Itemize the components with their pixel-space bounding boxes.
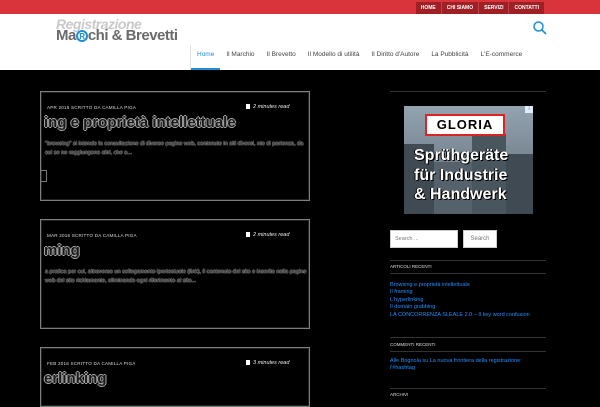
nav-modello-utilita[interactable]: Il Modello di utilità <box>302 45 366 70</box>
post-excerpt: "browsing" si intende la consultazione d… <box>45 141 304 156</box>
recent-comment[interactable]: Alle Brignola su La nuova frontiera dell… <box>390 358 548 373</box>
recent-post-link[interactable]: LA CONCORRENZA SLEALE 2.0 – Il key word … <box>390 312 548 319</box>
logo-title-left: Ma <box>56 27 76 44</box>
ad-headline: & Handwerk <box>414 186 507 203</box>
bookmark-icon <box>246 104 250 109</box>
readtime-text: 2 minutes read <box>253 232 290 238</box>
readtime-text: 2 minutes read <box>253 104 290 110</box>
topnav-chi-siamo[interactable]: CHI SIAMO <box>440 2 478 14</box>
bookmark-icon <box>246 232 250 237</box>
nav-il-marchio[interactable]: Il Marchio <box>220 45 260 70</box>
recent-post-link[interactable]: Il framing <box>390 289 548 296</box>
ad-headline: Sprühgeräte <box>414 147 509 164</box>
ad-building <box>506 154 533 214</box>
sidebar-divider <box>390 91 546 92</box>
post-title[interactable]: ming <box>44 242 80 259</box>
topnav-servizi[interactable]: SERVIZI <box>478 2 508 14</box>
top-bar: HOME CHI SIAMO SERVIZI CONTATTI <box>0 0 600 14</box>
post-title[interactable]: erlinking <box>44 370 107 387</box>
search-icon[interactable] <box>532 20 548 36</box>
top-navigation: HOME CHI SIAMO SERVIZI CONTATTI <box>415 2 544 14</box>
ad-brand-logo: GLORIA <box>425 114 505 136</box>
archives-title: ARCHIVI <box>390 392 409 397</box>
post-meta: FEB 2016 SCRITTO DA CAMILLA PIGA <box>47 361 136 366</box>
sidebar-divider <box>390 273 546 274</box>
recent-posts-title: ARTICOLI RECENTI <box>390 264 432 269</box>
post-readtime: 2 minutes read <box>246 232 289 238</box>
ad-info-icon[interactable]: i <box>525 106 533 113</box>
topnav-contatti[interactable]: CONTATTI <box>508 2 544 14</box>
post-card: MAR 2016 SCRITTO DA CAMILLA PIGA 2 minut… <box>40 219 310 329</box>
sidebar-divider <box>390 260 546 261</box>
nav-diritto-autore[interactable]: Il Diritto d'Autore <box>365 45 425 70</box>
sidebar-divider <box>390 351 546 352</box>
site-logo[interactable]: Registrazione Ma Rchi & Brevetti <box>56 16 186 46</box>
recent-post-link[interactable]: Il domain grabbing <box>390 304 548 311</box>
nav-home[interactable]: Home <box>191 45 221 70</box>
nav-pubblicita[interactable]: La Pubblicità <box>425 45 474 70</box>
recent-comments-title: COMMENTI RECENTI <box>390 342 436 347</box>
post-meta: APR 2016 SCRITTO DA CAMILLA PIGA <box>47 105 137 110</box>
nav-il-brevetto[interactable]: Il Brevetto <box>261 45 302 70</box>
ad-headline: für Industrie <box>414 167 508 184</box>
recent-post-link[interactable]: L'hyperlinking <box>390 297 548 304</box>
read-more-button[interactable] <box>41 170 47 182</box>
post-card: FEB 2016 SCRITTO DA CAMILLA PIGA 3 minut… <box>40 347 310 407</box>
main-navigation: Home Il Marchio Il Brevetto Il Modello d… <box>190 45 528 70</box>
search-button[interactable]: Search <box>463 230 497 248</box>
main-content: APR 2016 SCRITTO DA CAMILLA PIGA 2 minut… <box>0 70 600 407</box>
post-card: APR 2016 SCRITTO DA CAMILLA PIGA 2 minut… <box>40 91 310 201</box>
post-excerpt: a pratica per cui, attraverso un collega… <box>45 269 307 284</box>
recent-post-link[interactable]: Browsing e proprietà intellettuale <box>390 282 548 289</box>
topnav-home[interactable]: HOME <box>416 2 441 14</box>
post-readtime: 3 minutes read <box>246 360 289 366</box>
post-title[interactable]: ing e proprietà intellettuale <box>44 114 236 131</box>
sidebar-divider <box>390 388 546 389</box>
site-header: Registrazione Ma Rchi & Brevetti Home Il … <box>0 14 600 70</box>
logo-title-right: chi & Brevetti <box>87 27 178 44</box>
ad-banner[interactable]: GLORIA Sprühgeräte für Industrie & Handw… <box>404 106 533 214</box>
registered-mark-icon: R <box>75 30 88 42</box>
sidebar-divider <box>390 337 546 338</box>
readtime-text: 3 minutes read <box>253 360 290 366</box>
nav-ecommerce[interactable]: L'E-commerce <box>475 45 529 70</box>
post-readtime: 2 minutes read <box>246 104 289 110</box>
sidebar: GLORIA Sprühgeräte für Industrie & Handw… <box>390 70 548 400</box>
post-meta: MAR 2016 SCRITTO DA CAMILLA PIGA <box>47 233 137 238</box>
logo-title: Ma Rchi & Brevetti <box>56 27 178 44</box>
recent-posts-list: Browsing e proprietà intellettuale Il fr… <box>390 282 548 319</box>
bookmark-icon <box>246 360 250 365</box>
search-input[interactable] <box>390 230 458 248</box>
